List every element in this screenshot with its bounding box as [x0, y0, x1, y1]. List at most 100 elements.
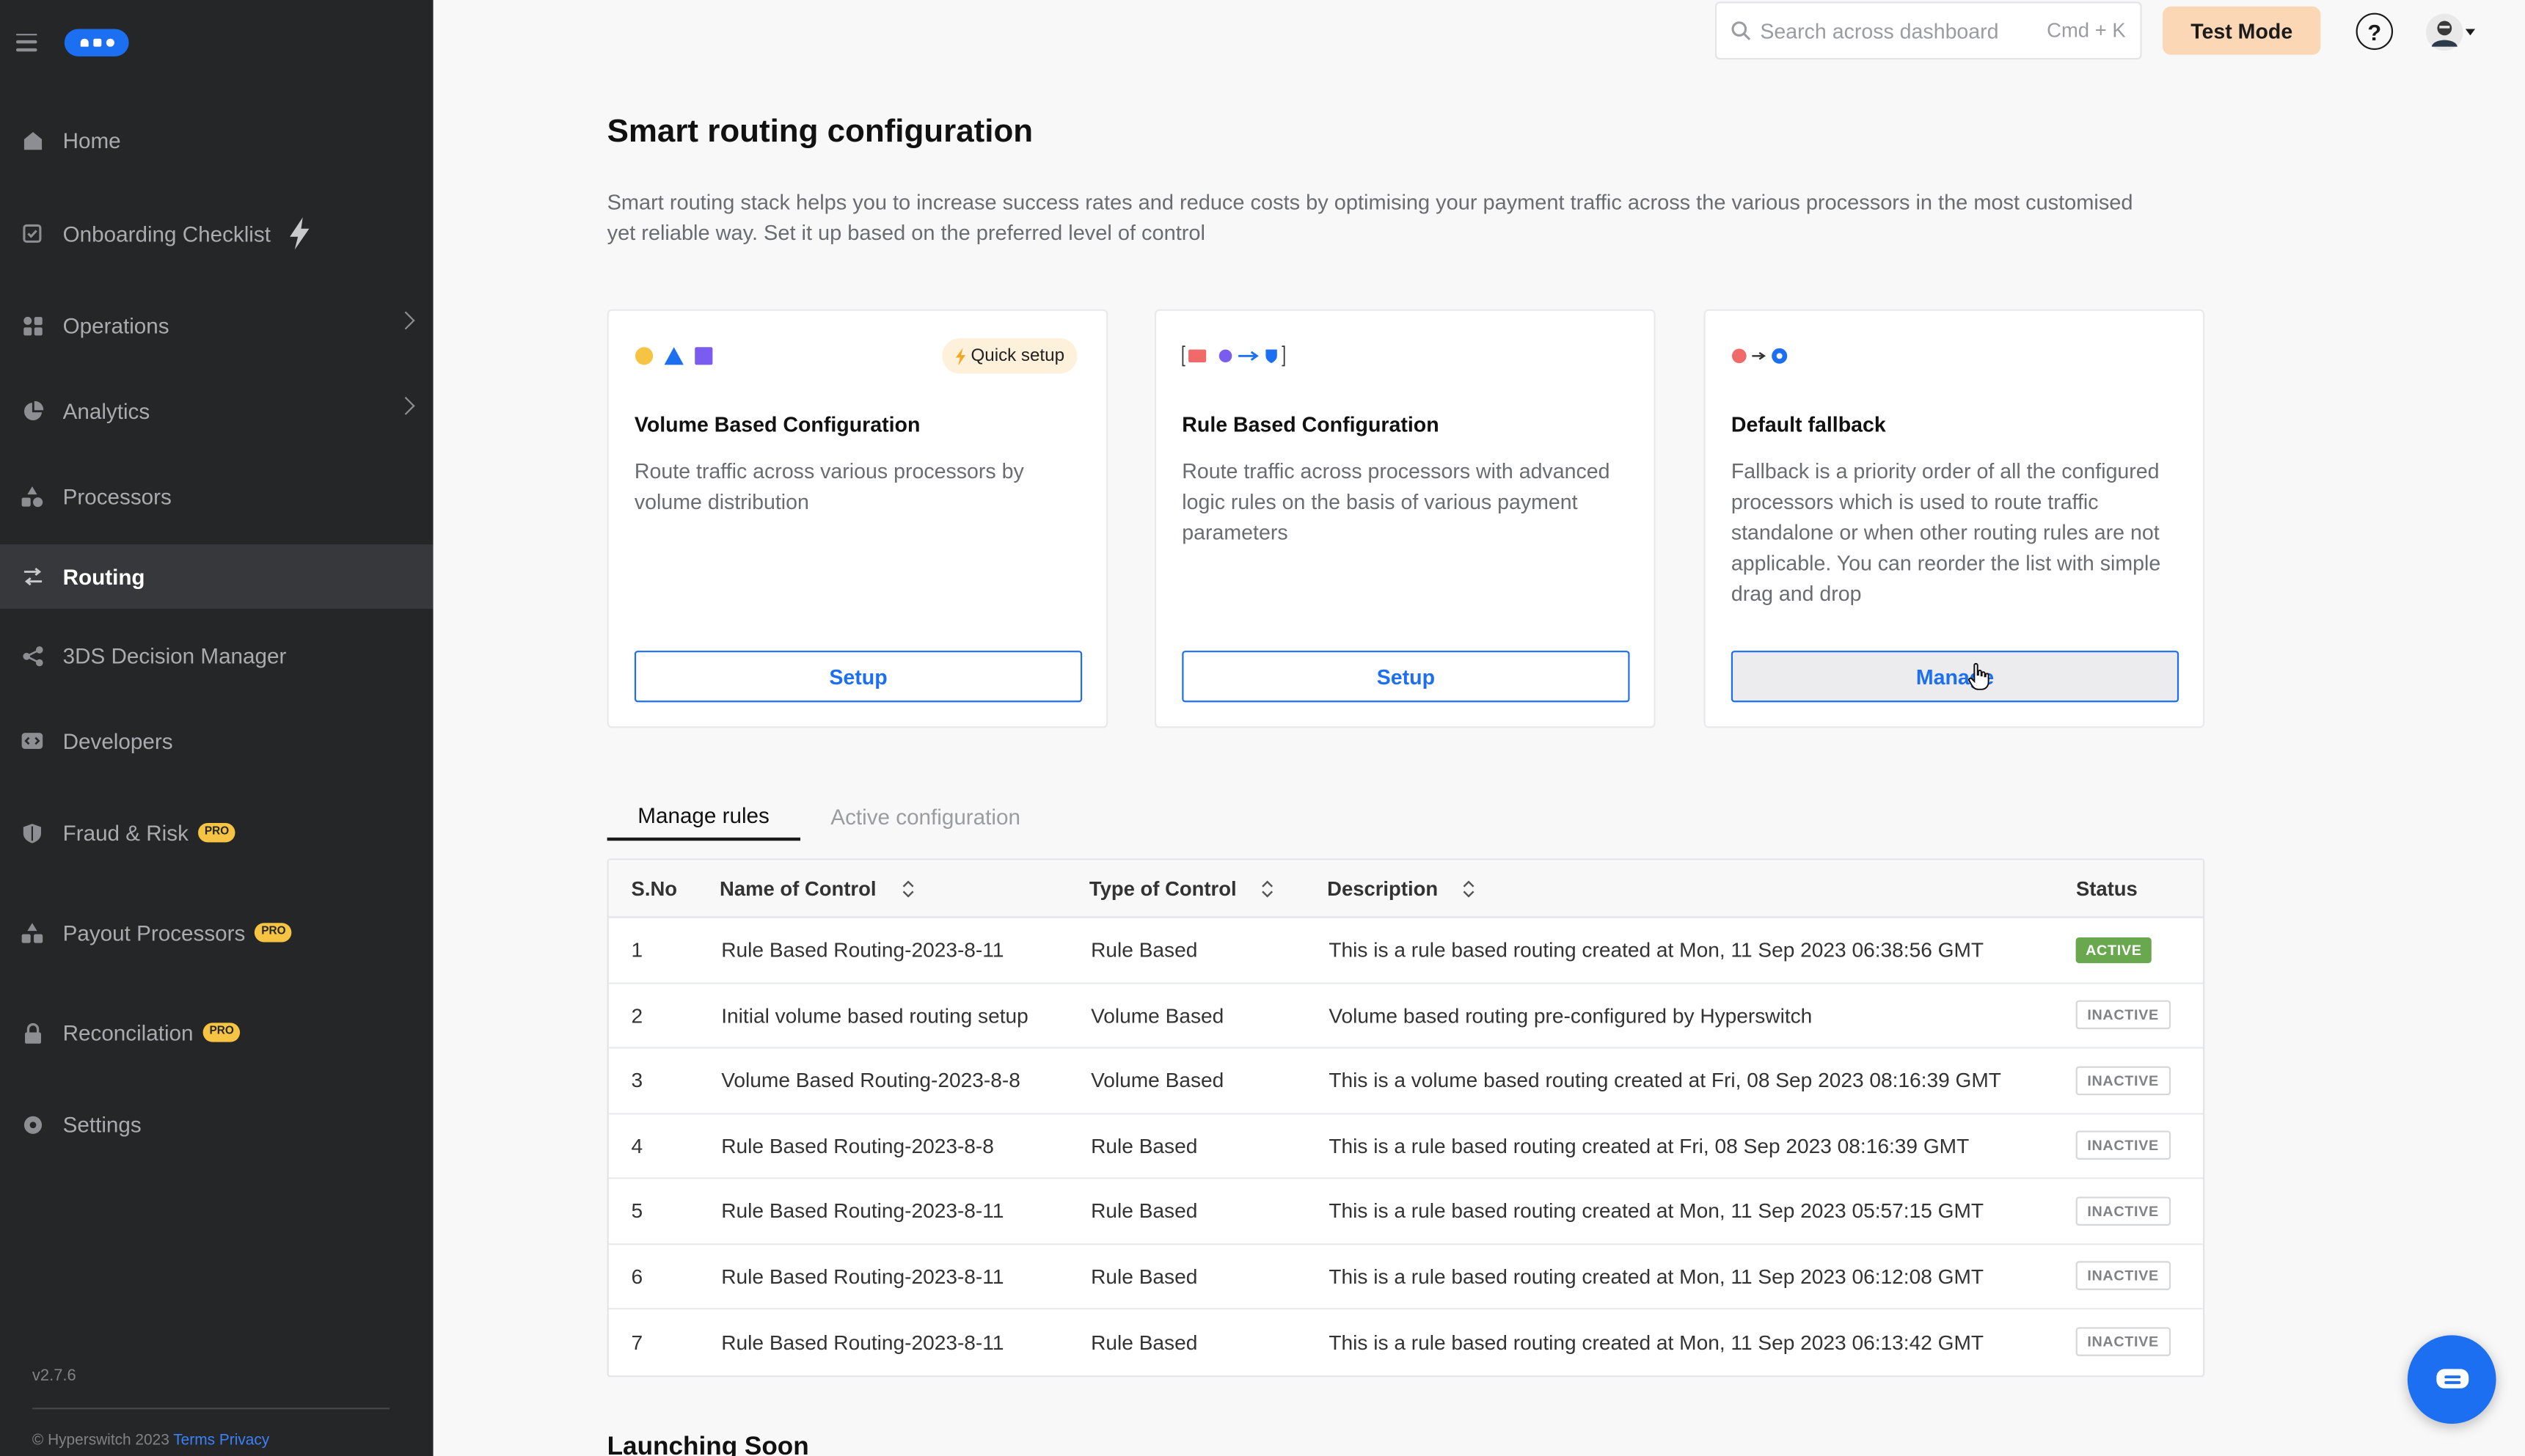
table-row[interactable]: 2 Initial volume based routing setup Vol… [608, 984, 2204, 1049]
header-type-of-control[interactable]: Type of Control [1068, 877, 1306, 899]
circle-icon [635, 347, 654, 365]
sidebar-item-onboarding-checklist[interactable]: Onboarding Checklist [0, 201, 434, 266]
sidebar-item-reconcilation[interactable]: Reconcilation PRO [0, 1000, 434, 1065]
fallback-flow-icon [1731, 348, 1788, 364]
manage-button[interactable]: Manage [1731, 651, 2179, 703]
shield-icon [21, 822, 44, 844]
chevron-down-icon[interactable] [2465, 29, 2476, 36]
copyright-text: © Hyperswitch 2023 [32, 1432, 169, 1450]
table-row[interactable]: 7 Rule Based Routing-2023-8-11 Rule Base… [609, 1309, 2203, 1375]
cell-sno: 4 [631, 1133, 643, 1158]
chat-button[interactable] [2407, 1335, 2496, 1424]
terms-link[interactable]: Terms [173, 1432, 215, 1449]
help-icon[interactable]: ? [2356, 12, 2394, 51]
header-label: Name of Control [720, 877, 877, 900]
search-shortcut: Cmd + K [2047, 19, 2126, 43]
quick-setup-badge: Quick setup [941, 338, 1078, 374]
table-row[interactable]: 5 Rule Based Routing-2023-8-11 Rule Base… [608, 1179, 2204, 1245]
tab-manage-rules[interactable]: Manage rules [607, 794, 800, 841]
sort-icon[interactable] [1260, 879, 1276, 898]
volume-based-card: Quick setup Volume Based Configuration R… [607, 309, 1108, 728]
cell-type: Rule Based [1091, 937, 1198, 962]
card-icons [635, 343, 714, 369]
triangle-icon [664, 347, 684, 365]
status-badge: INACTIVE [2075, 1327, 2171, 1357]
sort-icon[interactable] [899, 879, 916, 898]
cell-name: Initial volume based routing setup [721, 1003, 1028, 1028]
cell-sno: 7 [631, 1330, 643, 1355]
default-fallback-card: Default fallback Fallback is a priority … [1703, 309, 2205, 728]
sidebar-item-label: Routing [62, 564, 145, 589]
cell-sno: 1 [631, 937, 643, 962]
version-label: v2.7.6 [32, 1367, 76, 1386]
cell-type: Rule Based [1091, 1133, 1198, 1158]
chevron-right-icon [396, 396, 415, 415]
cell-sno: 5 [631, 1199, 643, 1223]
table-row[interactable]: 4 Rule Based Routing-2023-8-8 Rule Based… [608, 1113, 2204, 1179]
sidebar-item-label: Payout Processors [62, 920, 246, 945]
test-mode-button[interactable]: Test Mode [2163, 6, 2321, 55]
sidebar-item-home[interactable]: Home [0, 108, 434, 172]
quick-setup-label: Quick setup [971, 346, 1065, 366]
sidebar-item-processors[interactable]: Processors [0, 464, 434, 528]
search-icon [1731, 21, 1751, 40]
sidebar-item-payout-processors[interactable]: Payout Processors PRO [0, 900, 434, 965]
card-description: Route traffic across processors with adv… [1182, 458, 1610, 545]
sidebar-item-label: Developers [62, 728, 173, 753]
table-row[interactable]: 1 Rule Based Routing-2023-8-11 Rule Base… [608, 918, 2204, 984]
launching-soon-heading: Launching Soon [607, 1433, 809, 1456]
card-description: Fallback is a priority order of all the … [1731, 458, 2161, 606]
header-sno: S.No [631, 877, 678, 900]
table-row[interactable]: 3 Volume Based Routing-2023-8-8 Volume B… [608, 1048, 2204, 1114]
page-description: Smart routing stack helps you to increas… [607, 190, 2133, 245]
sidebar-item-operations[interactable]: Operations [0, 293, 434, 358]
sidebar-item-label: Analytics [62, 398, 150, 423]
header-name-of-control[interactable]: Name of Control [699, 877, 1069, 900]
search-input[interactable]: Search across dashboard Cmd + K [1714, 1, 2142, 60]
table-header: S.No Name of Control Type of Control Des… [608, 860, 2204, 918]
cell-sno: 2 [631, 1003, 643, 1028]
cell-name: Rule Based Routing-2023-8-11 [721, 937, 1004, 962]
rule-setup-button[interactable]: Setup [1182, 651, 1630, 703]
sidebar-header [15, 23, 129, 62]
sidebar-item-fraud-risk[interactable]: Fraud & Risk PRO [0, 800, 434, 865]
cell-description: Volume based routing pre-configured by H… [1329, 1003, 1813, 1028]
sidebar-footer: © Hyperswitch 2023 Terms Privacy [32, 1432, 269, 1449]
rule-based-card: Rule Based Configuration Route traffic a… [1154, 309, 1656, 728]
status-badge: INACTIVE [2075, 1066, 2171, 1095]
sidebar-item-label: Operations [62, 313, 169, 338]
sidebar-item-analytics[interactable]: Analytics [0, 378, 434, 443]
pro-badge: PRO [198, 823, 235, 843]
cell-description: This is a volume based routing created a… [1329, 1068, 2001, 1093]
rule-flow-icon [1182, 345, 1285, 367]
sidebar-item-label: Reconcilation [62, 1020, 194, 1045]
sidebar-item-label: Fraud & Risk [62, 820, 189, 845]
sidebar-item-label: Onboarding Checklist [62, 221, 271, 246]
card-title: Rule Based Configuration [1182, 412, 1439, 437]
sidebar-item-routing[interactable]: Routing [0, 544, 434, 610]
cell-description: This is a rule based routing created at … [1329, 1264, 1984, 1289]
avatar[interactable] [2425, 13, 2464, 52]
checklist-icon [21, 222, 44, 245]
hamburger-menu-icon[interactable] [15, 33, 37, 51]
sidebar-item-developers[interactable]: Developers [0, 709, 434, 773]
cell-description: This is a rule based routing created at … [1329, 1199, 1984, 1223]
page-title: Smart routing configuration [607, 114, 1034, 150]
sidebar-item-3ds-decision-manager[interactable]: 3DS Decision Manager [0, 623, 434, 688]
cell-name: Rule Based Routing-2023-8-11 [721, 1264, 1004, 1289]
sidebar-item-settings[interactable]: Settings [0, 1092, 434, 1157]
volume-setup-button[interactable]: Setup [634, 651, 1083, 703]
card-icons [1182, 343, 1288, 369]
sort-icon[interactable] [1461, 879, 1477, 898]
table-row[interactable]: 6 Rule Based Routing-2023-8-11 Rule Base… [608, 1244, 2204, 1310]
sidebar-item-label: Settings [62, 1112, 142, 1137]
cell-name: Volume Based Routing-2023-8-8 [721, 1068, 1020, 1093]
header-description[interactable]: Description [1307, 877, 2054, 899]
home-icon [21, 129, 44, 152]
cell-name: Rule Based Routing-2023-8-11 [721, 1330, 1004, 1355]
privacy-link[interactable]: Privacy [219, 1432, 269, 1449]
cell-name: Rule Based Routing-2023-8-11 [721, 1199, 1004, 1223]
status-badge: INACTIVE [2075, 1131, 2171, 1160]
tab-active-configuration[interactable]: Active configuration [800, 794, 1051, 841]
hyperswitch-logo[interactable] [64, 28, 129, 56]
